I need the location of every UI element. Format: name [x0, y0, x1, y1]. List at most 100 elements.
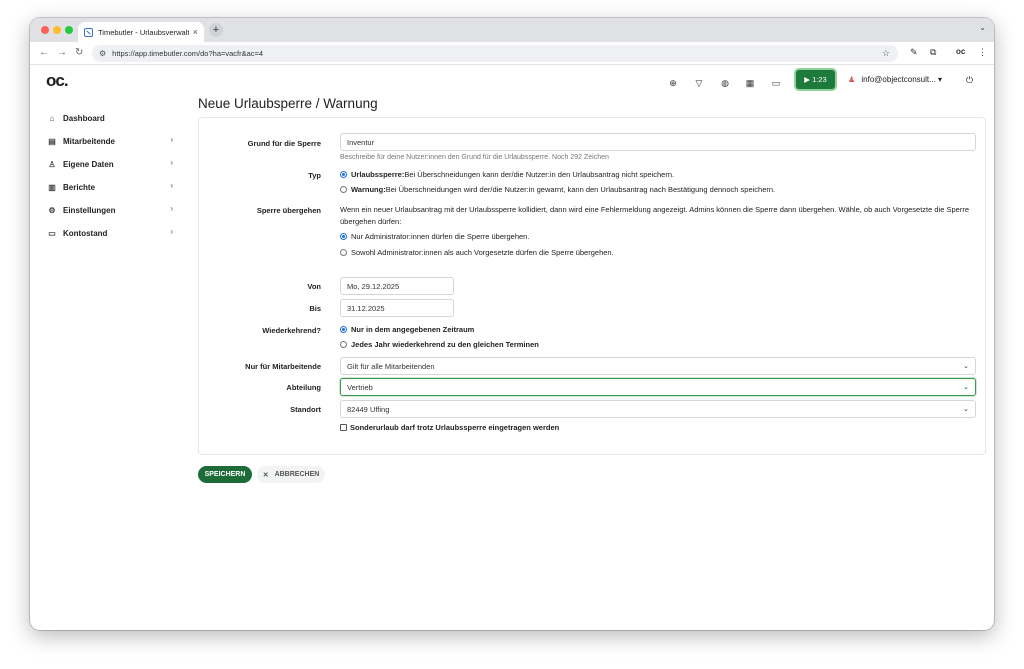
wiederkehrend-option2-text: Jedes Jahr wiederkehrend zu den gleichen…	[351, 340, 539, 349]
pen-extension-icon[interactable]: ✎	[910, 47, 918, 58]
wiederkehrend-option-jaehrlich[interactable]: Jedes Jahr wiederkehrend zu den gleichen…	[340, 340, 539, 349]
radio-selected[interactable]	[340, 326, 347, 333]
abteilung-value: Vertrieb	[347, 382, 373, 392]
wiederkehrend-option1-text: Nur in dem angegebenen Zeitraum	[351, 325, 475, 334]
typ-label: Typ	[308, 171, 321, 180]
save-button[interactable]: SPEICHERN	[198, 466, 252, 483]
app-logo[interactable]: oc.	[46, 71, 69, 91]
grund-label: Grund für die Sperre	[247, 139, 321, 148]
radio-unselected[interactable]	[340, 249, 347, 256]
url-text: https://app.timebutler.com/do?ha=vacfr&a…	[112, 49, 264, 58]
bookmark-star-icon[interactable]: ☆	[882, 48, 890, 59]
sidebar-item-berichte[interactable]: ▥ Berichte ›	[47, 180, 173, 194]
von-label: Von	[307, 282, 321, 291]
bis-date-input[interactable]: 31.12.2025	[340, 299, 454, 317]
typ-option2-title: Warnung:	[351, 185, 386, 194]
calendar-icon[interactable]: ▦	[745, 78, 755, 88]
von-date-input[interactable]: Mo, 29.12.2025	[340, 277, 454, 295]
wiederkehrend-label: Wiederkehrend?	[262, 326, 321, 335]
chevron-right-icon: ›	[170, 181, 173, 190]
radio-selected[interactable]	[340, 233, 347, 240]
bis-value: 31.12.2025	[347, 303, 385, 313]
sidebar-item-kontostand[interactable]: ▭ Kontostand ›	[47, 226, 173, 240]
abteilung-label: Abteilung	[286, 383, 321, 392]
chevron-right-icon: ›	[170, 204, 173, 213]
browser-tab-active[interactable]: Timebutler - Urlaubsverwaltu ×	[78, 22, 204, 42]
back-icon[interactable]: ←	[39, 47, 49, 58]
sidebar-item-einstellungen[interactable]: ⚙ Einstellungen ›	[47, 203, 173, 217]
cancel-button[interactable]: ✕ ABBRECHEN	[257, 466, 325, 483]
wiederkehrend-option-einmalig[interactable]: Nur in dem angegebenen Zeitraum	[340, 325, 474, 334]
typ-option1-text: Bei Überschneidungen kann der/die Nutzer…	[404, 170, 675, 179]
browser-menu-icon[interactable]: ⋮	[978, 47, 987, 58]
browser-window: Timebutler - Urlaubsverwaltu × + ⌄ ← → ↻…	[30, 18, 994, 630]
sidebar-item-label: Kontostand	[63, 228, 108, 238]
site-settings-icon[interactable]: ⚙	[99, 49, 106, 58]
app-header: oc. ⊕ ▽ ◍ ▦ ▭ ▶ 1:23 ♟ info@objectconsul…	[30, 66, 994, 100]
sidebar-item-label: Mitarbeitende	[63, 136, 116, 146]
tab-search-icon[interactable]: ⌄	[979, 23, 986, 32]
sidebar-item-mitarbeitende[interactable]: ▤ Mitarbeitende ›	[47, 134, 173, 148]
uebergehen-option-vorgesetzte[interactable]: Sowohl Administrator:innen als auch Vorg…	[340, 248, 614, 257]
grund-input[interactable]: Inventur	[340, 133, 976, 151]
reload-icon[interactable]: ↻	[75, 47, 83, 58]
profile-icon[interactable]: oc	[956, 47, 965, 56]
uebergehen-label: Sperre übergehen	[256, 206, 321, 215]
abteilung-select[interactable]: Vertrieb ⌄	[340, 378, 976, 396]
typ-option-warnung[interactable]: Warnung: Bei Überschneidungen wird der/d…	[340, 185, 775, 194]
sonderurlaub-checkbox[interactable]: Sonderurlaub darf trotz Urlaubssperre ei…	[340, 423, 559, 432]
grund-input-value: Inventur	[347, 137, 375, 147]
support-icon[interactable]: ⊕	[668, 78, 678, 88]
notifications-icon[interactable]: ▽	[694, 78, 704, 88]
tab-strip: Timebutler - Urlaubsverwaltu × + ⌄	[30, 18, 994, 42]
user-icon: ♟	[848, 75, 856, 84]
close-icon: ✕	[262, 471, 269, 479]
sidebar-item-label: Eigene Daten	[63, 159, 114, 169]
radio-unselected[interactable]	[340, 186, 347, 193]
typ-option-urlaubssperre[interactable]: Urlaubssperre: Bei Überschneidungen kann…	[340, 170, 674, 179]
logout-icon[interactable]: ⏻	[966, 75, 973, 86]
list-icon: ▤	[48, 136, 56, 146]
sidebar-item-dashboard[interactable]: ⌂ Dashboard	[47, 111, 173, 125]
sonderurlaub-label: Sonderurlaub darf trotz Urlaubssperre ei…	[350, 423, 560, 432]
user-menu[interactable]: ♟ info@objectconsult... ▾	[848, 75, 942, 84]
mitarbeitende-select[interactable]: Gilt für alle Mitarbeitenden ⌄	[340, 357, 976, 375]
extensions-puzzle-icon[interactable]: ⧉	[930, 47, 936, 58]
chevron-down-icon: ⌄	[963, 384, 969, 391]
user-email: info@objectconsult...	[861, 75, 936, 84]
bis-label: Bis	[309, 304, 321, 313]
wallet-icon: ▭	[48, 228, 56, 238]
standort-select[interactable]: 82449 Uffing ⌄	[340, 400, 976, 418]
close-window-button[interactable]	[41, 26, 49, 34]
checkbox-unchecked[interactable]	[340, 424, 347, 431]
minimize-window-button[interactable]	[53, 26, 61, 34]
chart-icon: ▥	[48, 182, 56, 192]
tab-close-icon[interactable]: ×	[193, 27, 198, 37]
tab-title: Timebutler - Urlaubsverwaltu	[98, 27, 189, 37]
sidebar: ⌂ Dashboard ▤ Mitarbeitende › ♙ Eigene D…	[30, 100, 190, 630]
sidebar-item-eigene-daten[interactable]: ♙ Eigene Daten ›	[47, 157, 173, 171]
chevron-right-icon: ›	[170, 227, 173, 236]
typ-option2-text: Bei Überschneidungen wird der/die Nutzer…	[385, 185, 776, 194]
radio-unselected[interactable]	[340, 341, 347, 348]
browser-toolbar: ← → ↻ ⚙ https://app.timebutler.com/do?ha…	[30, 42, 994, 65]
forward-icon[interactable]: →	[57, 47, 67, 58]
globe-icon[interactable]: ◍	[720, 78, 730, 88]
uebergehen-option-admins[interactable]: Nur Administrator:innen dürfen die Sperr…	[340, 232, 529, 241]
address-bar[interactable]: ⚙ https://app.timebutler.com/do?ha=vacfr…	[92, 45, 898, 62]
chevron-down-icon: ⌄	[963, 363, 969, 370]
chevron-right-icon: ›	[170, 135, 173, 144]
home-icon: ⌂	[49, 113, 55, 123]
time-tracking-button[interactable]: ▶ 1:23	[796, 70, 835, 89]
maximize-window-button[interactable]	[65, 26, 73, 34]
standort-label: Standort	[290, 405, 321, 414]
uebergehen-description: Wenn ein neuer Urlaubsantrag mit der Url…	[340, 205, 969, 226]
uebergehen-option2-text: Sowohl Administrator:innen als auch Vorg…	[351, 248, 614, 257]
cancel-label: ABBRECHEN	[274, 471, 320, 478]
new-tab-button[interactable]: +	[209, 23, 223, 37]
message-icon[interactable]: ▭	[771, 78, 781, 88]
radio-selected[interactable]	[340, 171, 347, 178]
mitarbeitende-label: Nur für Mitarbeitende	[245, 362, 321, 371]
chevron-right-icon: ›	[170, 158, 173, 167]
sidebar-item-label: Dashboard	[63, 113, 105, 123]
